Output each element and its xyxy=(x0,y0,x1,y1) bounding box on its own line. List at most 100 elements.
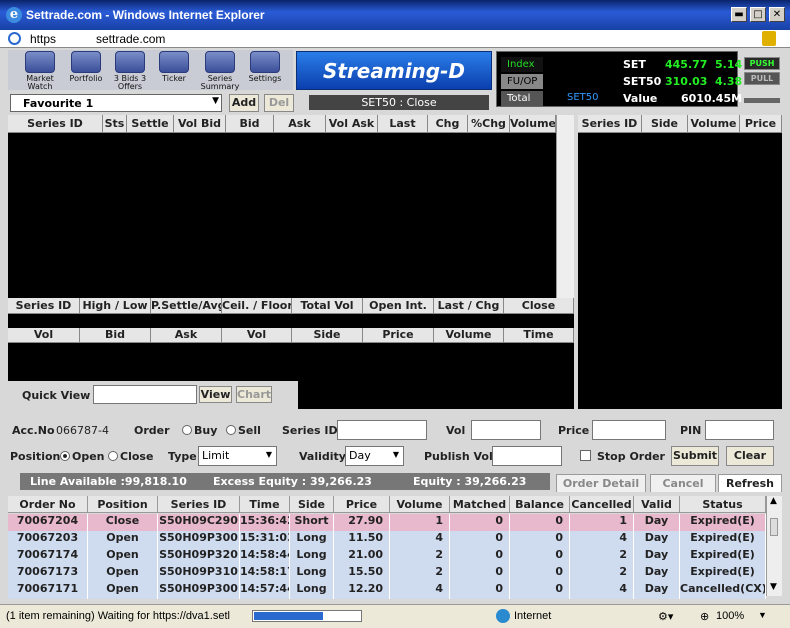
table-cell: 0 xyxy=(510,565,570,582)
address-bar[interactable]: https settrade.com xyxy=(0,30,790,48)
radio-icon xyxy=(108,451,118,461)
tab-cancel[interactable]: Cancel xyxy=(650,474,716,492)
protected-mode-icon[interactable]: ⚙▾ xyxy=(658,610,673,623)
chart-button[interactable]: Chart xyxy=(236,386,272,403)
watch-col-settle: Settle xyxy=(127,115,174,133)
vol-input[interactable] xyxy=(471,420,541,440)
table-cell: S50H09C290 xyxy=(158,514,240,531)
line-available: Line Available :99,818.10 xyxy=(30,475,187,488)
table-row[interactable]: 70067204 Close S50H09C290 15:36:42 Short 27.9… xyxy=(8,514,766,531)
menu-ticker[interactable]: Ticker xyxy=(152,50,196,90)
tab-fu-op[interactable]: FU/OP xyxy=(501,74,543,89)
table-row[interactable]: 70067174 Open S50H09P320 14:58:44 Long 21.00 2… xyxy=(8,548,766,565)
orders-col-position: Position xyxy=(88,496,158,513)
validity-select[interactable]: Day ▼ xyxy=(345,446,404,466)
stop-order-label: Stop Order xyxy=(597,450,665,463)
open-radio[interactable]: Open xyxy=(60,450,105,463)
tab-order-detail[interactable]: Order Detail xyxy=(556,474,646,492)
table-cell: Expired(E) xyxy=(680,514,766,531)
publish-vol-input[interactable] xyxy=(492,446,562,466)
table-cell: Long xyxy=(290,582,334,599)
zone-label: Internet xyxy=(514,610,552,622)
push-button[interactable]: PUSH xyxy=(744,57,780,70)
scroll-down-icon[interactable]: ▼ xyxy=(770,582,777,592)
acc-label: Acc.No xyxy=(12,424,55,437)
stop-order-checkbox[interactable] xyxy=(580,450,591,461)
favourite-select[interactable]: Favourite 1 ▼ xyxy=(10,94,222,112)
close-radio[interactable]: Close xyxy=(108,450,153,463)
vol-label: Vol xyxy=(446,424,466,437)
tab-index[interactable]: Index xyxy=(501,57,543,72)
table-row[interactable]: 70067203 Open S50H09P300 15:31:03 Long 11.50 4… xyxy=(8,531,766,548)
menu-3bids-3offers[interactable]: 3 Bids 3 Offers xyxy=(108,50,152,91)
table-cell: Day xyxy=(634,548,680,565)
detail-col-ceil-floor: Ceil. / Floor xyxy=(222,298,292,314)
ticker-col-side: Side xyxy=(642,115,688,133)
tab-total[interactable]: Total xyxy=(501,91,543,106)
index-panel: Index FU/OP Total SET50 SET 445.77 5.14 … xyxy=(496,51,742,107)
minimize-button[interactable]: ▬ xyxy=(731,7,747,22)
table-row[interactable]: 70067173 Open S50H09P310 14:58:17 Long 15.50 2… xyxy=(8,565,766,582)
chevron-down-icon: ▼ xyxy=(392,450,399,459)
address-host: settrade.com xyxy=(96,32,166,46)
scroll-thumb[interactable] xyxy=(770,518,778,536)
table-row[interactable]: 70067171 Open S50H09P300 14:57:44 Long 12.20 4… xyxy=(8,582,766,599)
table-cell: Open xyxy=(88,531,158,548)
depth-col-ask-vol: Vol xyxy=(222,328,292,343)
submit-button[interactable]: Submit xyxy=(671,446,719,466)
detail-col-high-low: High / Low xyxy=(80,298,151,314)
pin-input[interactable] xyxy=(705,420,774,440)
orders-col-series-id: Series ID xyxy=(158,496,240,513)
page-icon xyxy=(8,32,21,45)
lock-icon[interactable] xyxy=(762,31,776,46)
series-id-input[interactable] xyxy=(337,420,427,440)
table-cell: 0 xyxy=(510,582,570,599)
quick-view-label: Quick View : xyxy=(22,389,99,402)
orders-scrollbar[interactable]: ▲ ▼ xyxy=(766,496,782,596)
tab-refresh[interactable]: Refresh xyxy=(718,474,782,492)
trade-col-price: Price xyxy=(363,328,434,343)
table-cell: 12.20 xyxy=(334,582,390,599)
ticker-table xyxy=(578,115,782,409)
pull-button[interactable]: PULL xyxy=(744,72,780,85)
table-cell: 21.00 xyxy=(334,548,390,565)
orders-col-price: Price xyxy=(334,496,390,513)
menu-portfolio[interactable]: Portfolio xyxy=(64,50,108,90)
menu-market-watch[interactable]: Market Watch xyxy=(18,50,62,91)
clear-button[interactable]: Clear xyxy=(726,446,774,466)
orders-col-balance: Balance xyxy=(510,496,570,513)
account-info-bar: Line Available :99,818.10 Excess Equity … xyxy=(20,473,550,490)
menu-series-summary[interactable]: Series Summary xyxy=(198,50,242,91)
scroll-up-icon[interactable]: ▲ xyxy=(770,496,777,506)
table-cell: 0 xyxy=(510,514,570,531)
type-select[interactable]: Limit ▼ xyxy=(198,446,277,466)
window-title: Settrade.com - Windows Internet Explorer xyxy=(26,8,265,22)
add-button[interactable]: Add xyxy=(229,94,259,112)
quick-view-input[interactable] xyxy=(93,385,197,404)
publish-vol-label: Publish Vol xyxy=(424,450,493,463)
maximize-button[interactable]: □ xyxy=(750,7,766,22)
zoom-icon[interactable]: ⊕ xyxy=(700,610,709,623)
table-cell: 0 xyxy=(450,565,510,582)
sell-radio[interactable]: Sell xyxy=(226,424,261,437)
table-cell: 4 xyxy=(390,582,450,599)
chevron-down-icon: ▼ xyxy=(212,96,219,106)
acc-value: 066787-4 xyxy=(56,424,109,437)
chevron-down-icon[interactable]: ▼ xyxy=(758,610,767,620)
zoom-level[interactable]: 100% xyxy=(716,610,744,622)
close-button[interactable]: ✕ xyxy=(769,7,785,22)
index-change: 4.38 xyxy=(715,75,743,88)
buy-radio[interactable]: Buy xyxy=(182,424,217,437)
table-cell: Short xyxy=(290,514,334,531)
orders-col-side: Side xyxy=(290,496,334,513)
del-button[interactable]: Del xyxy=(264,94,294,112)
watch-col-series-id: Series ID xyxy=(8,115,103,133)
table-cell: 0 xyxy=(450,548,510,565)
table-cell: Long xyxy=(290,531,334,548)
menu-settings[interactable]: Settings xyxy=(243,50,287,90)
table-cell: Close xyxy=(88,514,158,531)
table-cell: 14:58:17 xyxy=(240,565,290,582)
view-button[interactable]: View xyxy=(199,386,232,403)
price-input[interactable] xyxy=(592,420,666,440)
table-cell: 70067203 xyxy=(8,531,88,548)
